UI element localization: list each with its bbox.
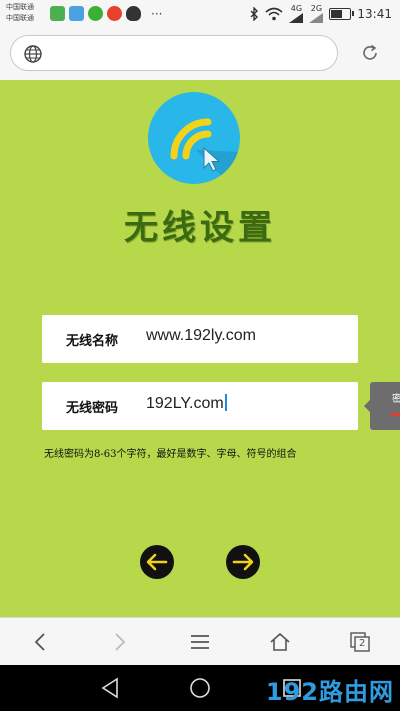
page-content: 无线设置 无线名称 www.192ly.com 无线密码 192LY.com 密… <box>0 80 400 617</box>
browser-forward-button[interactable] <box>108 630 132 654</box>
ssid-field[interactable]: 无线名称 www.192ly.com <box>42 315 358 363</box>
browser-address-bar <box>0 28 400 80</box>
watermark-logo: 192路由网 <box>265 678 394 706</box>
tooltip-text: 密 <box>392 394 400 405</box>
reload-icon[interactable] <box>360 43 380 63</box>
home-icon <box>270 632 290 651</box>
ssid-label: 无线名称 <box>66 334 119 349</box>
ssid-input[interactable]: www.192ly.com <box>146 327 256 345</box>
weibo-icon <box>107 6 122 21</box>
battery-level <box>331 10 343 18</box>
browser-back-button[interactable] <box>28 630 52 654</box>
browser-toolbar: 2 <box>0 617 400 665</box>
chevron-right-icon <box>115 633 126 651</box>
browser-tabs-button[interactable]: 2 <box>348 630 372 654</box>
signal-4g: 4G <box>289 5 304 23</box>
menu-icon <box>191 635 209 649</box>
signal-2g: 2G <box>309 5 324 23</box>
password-value: 192LY.com <box>146 395 224 412</box>
status-bar: 中国联通 中国联通 ··· 4G 2G 13:41 <box>0 0 400 28</box>
password-hint: 无线密码为8-63个字符，最好是数字、字母、符号的组合 <box>44 449 297 460</box>
strength-bar <box>391 413 400 416</box>
next-button[interactable] <box>226 545 260 579</box>
back-button[interactable] <box>140 545 174 579</box>
status-right: 4G 2G 13:41 <box>249 5 392 23</box>
clock: 13:41 <box>357 7 392 21</box>
page-title: 无线设置 <box>124 208 276 248</box>
system-nav-bar: 192路由网 <box>0 665 400 711</box>
globe-icon <box>24 45 42 63</box>
password-field[interactable]: 无线密码 192LY.com <box>42 382 358 430</box>
bluetooth-icon <box>250 7 259 21</box>
image-icon <box>69 6 84 21</box>
nav-back-icon[interactable] <box>100 677 120 699</box>
wifi-cursor-icon <box>170 118 240 184</box>
chevron-left-icon <box>34 633 45 651</box>
password-label: 无线密码 <box>66 401 119 416</box>
password-input[interactable]: 192LY.com <box>146 394 227 413</box>
battery-icon <box>329 8 355 20</box>
text-caret <box>224 394 227 411</box>
notification-icons: ··· <box>50 6 162 21</box>
tabs-count: 2 <box>359 638 366 649</box>
password-tooltip: 密 <box>364 382 400 430</box>
carrier-names: 中国联通 中国联通 <box>6 2 34 24</box>
carrier-name-1: 中国联通 <box>6 3 34 11</box>
wechat-icon <box>88 6 103 21</box>
arrow-left-icon <box>146 553 168 571</box>
signal-icon <box>309 13 324 23</box>
wifi-icon <box>265 7 283 21</box>
arrow-right-icon <box>232 553 254 571</box>
more-notifications: ··· <box>151 6 163 21</box>
qq-icon <box>126 6 141 21</box>
browser-home-button[interactable] <box>268 630 292 654</box>
wifi-logo-icon <box>148 92 240 184</box>
signal-icon <box>289 13 304 23</box>
url-input[interactable] <box>10 35 338 71</box>
browser-menu-button[interactable] <box>188 630 212 654</box>
carrier-name-2: 中国联通 <box>6 14 34 22</box>
nav-home-icon[interactable] <box>189 677 211 699</box>
message-icon <box>50 6 65 21</box>
